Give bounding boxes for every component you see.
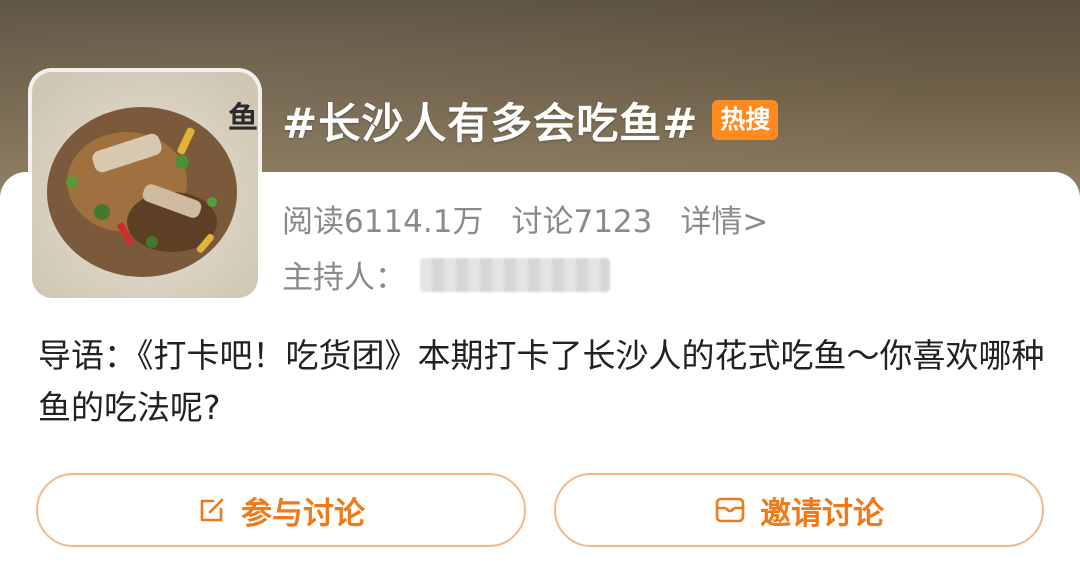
mail-icon <box>715 497 745 523</box>
details-link[interactable]: 详情> <box>680 196 768 241</box>
discussion-count: 讨论7123 <box>511 204 653 240</box>
invite-discussion-button[interactable]: 邀请讨论 <box>554 473 1044 547</box>
hot-search-badge: 热搜 <box>712 100 779 140</box>
host-label: 主持人： <box>282 260 406 296</box>
read-count: 阅读6114.1万 <box>282 204 484 240</box>
join-discussion-label: 参与讨论 <box>241 495 365 532</box>
join-discussion-button[interactable]: 参与讨论 <box>36 473 526 547</box>
invite-discussion-label: 邀请讨论 <box>760 495 884 532</box>
fish-dish-image: 鱼 <box>32 72 258 298</box>
topic-intro: 导语：《打卡吧！吃货团》本期打卡了长沙人的花式吃鱼～你喜欢哪种鱼的吃法呢? <box>38 336 1045 427</box>
thumbnail-caption: 鱼 <box>228 101 258 136</box>
host-row: 主持人： <box>282 252 610 297</box>
topic-stats: 阅读6114.1万 讨论7123 详情> <box>282 196 768 241</box>
title-row: #长沙人有多会吃鱼# 热搜 <box>282 90 779 151</box>
edit-icon <box>200 498 224 522</box>
topic-title[interactable]: #长沙人有多会吃鱼# <box>282 90 698 151</box>
topic-thumbnail[interactable]: 鱼 <box>32 72 258 298</box>
host-name-blurred[interactable] <box>420 257 610 292</box>
